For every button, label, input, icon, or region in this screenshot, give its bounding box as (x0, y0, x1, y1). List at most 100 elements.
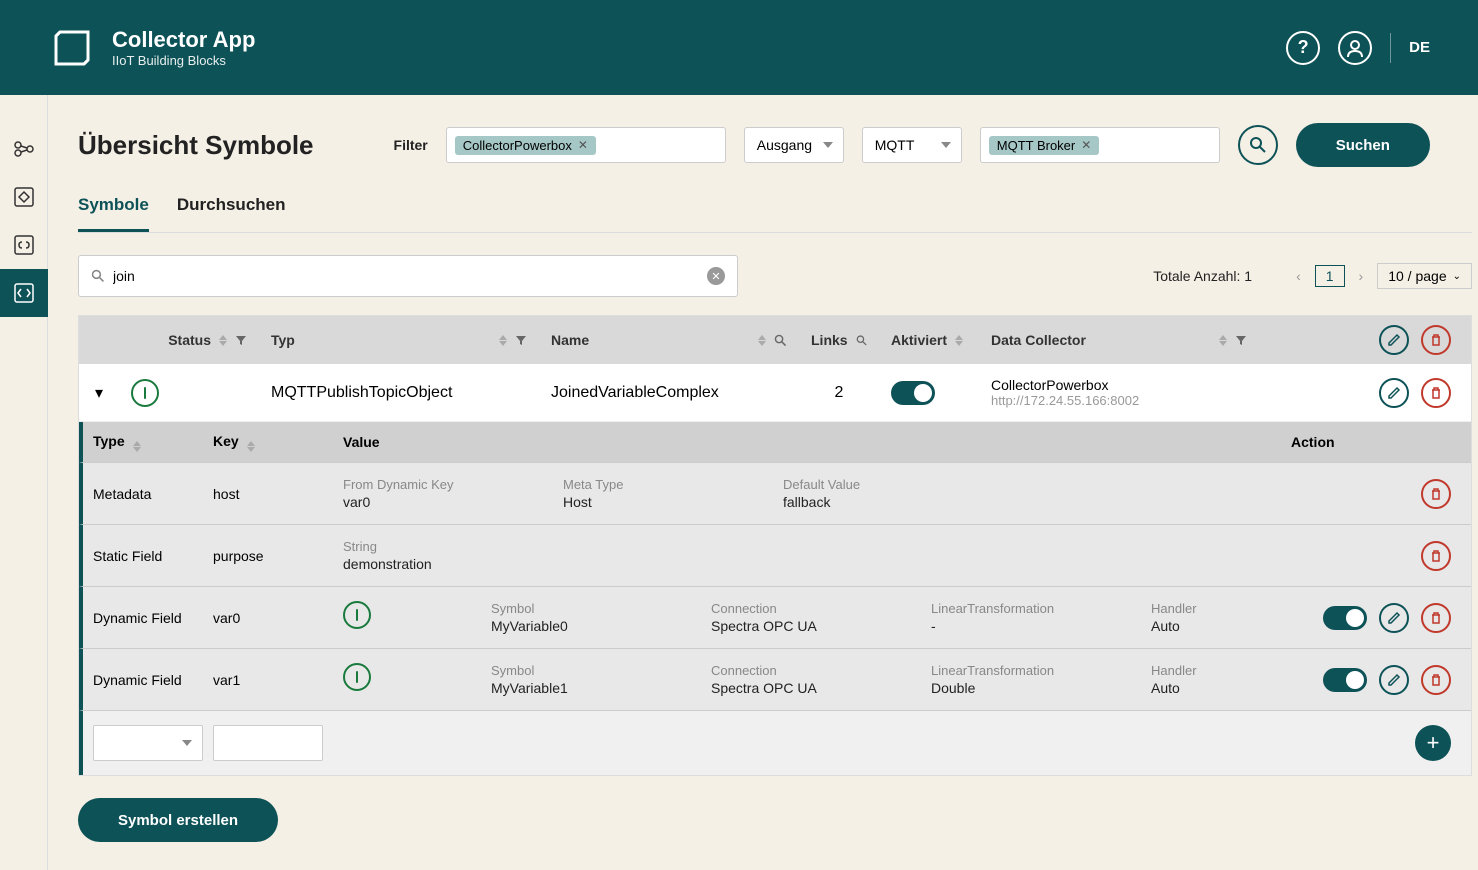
app-name: Collector App (112, 27, 255, 53)
app-header: Collector App IIoT Building Blocks ? DE (0, 0, 1478, 95)
sort-icon[interactable] (219, 335, 227, 346)
col-type: Typ (271, 332, 295, 348)
logo-text: Collector App IIoT Building Blocks (112, 27, 255, 68)
edit-all-button[interactable] (1379, 325, 1409, 355)
row-toggle[interactable] (1323, 668, 1367, 692)
delete-all-button[interactable] (1421, 325, 1451, 355)
footer-key-input[interactable] (213, 725, 323, 761)
filter-icon[interactable] (515, 334, 527, 346)
next-page-icon[interactable]: › (1355, 268, 1368, 284)
sub-cell-value: From Dynamic Keyvar0Meta TypeHostDefault… (343, 477, 1291, 510)
sub-col-value: Value (343, 434, 1291, 450)
per-page-select[interactable]: 10 / page⌄ (1377, 263, 1472, 289)
sidebar-nav-3[interactable] (0, 221, 48, 269)
row-toggle[interactable] (1323, 606, 1367, 630)
sub-col-type: Type (83, 433, 213, 452)
delete-button[interactable] (1421, 541, 1451, 571)
language-switch[interactable]: DE (1409, 39, 1430, 56)
filter-icon[interactable] (235, 334, 247, 346)
sub-row-footer: + (79, 710, 1471, 775)
sub-cell-value: SymbolMyVariable1ConnectionSpectra OPC U… (343, 663, 1291, 696)
sub-cell-type: Metadata (83, 486, 213, 502)
sub-col-action: Action (1291, 434, 1471, 450)
sidebar-nav-symbols[interactable] (0, 269, 48, 317)
create-symbol-button[interactable]: Symbol erstellen (78, 798, 278, 842)
sub-cell-type: Dynamic Field (83, 672, 213, 688)
sort-icon[interactable] (758, 335, 766, 346)
filter-collector-input[interactable]: CollectorPowerbox✕ (446, 127, 726, 163)
filter-icon[interactable] (1235, 334, 1247, 346)
filter-tag-broker: MQTT Broker✕ (989, 136, 1100, 155)
table-header: Status Typ Name Links Aktiviert Data Col… (79, 316, 1471, 364)
add-button[interactable]: + (1415, 725, 1451, 761)
col-collector: Data Collector (991, 332, 1086, 348)
active-toggle[interactable] (891, 381, 935, 405)
user-icon[interactable] (1338, 31, 1372, 65)
sub-cell-key: var0 (213, 610, 343, 626)
cell-name: JoinedVariableComplex (539, 384, 799, 402)
edit-button[interactable] (1379, 603, 1409, 633)
help-icon[interactable]: ? (1286, 31, 1320, 65)
search-icon[interactable] (774, 334, 787, 347)
delete-button[interactable] (1421, 603, 1451, 633)
cell-links: 2 (799, 384, 879, 402)
edit-button[interactable] (1379, 665, 1409, 695)
search-icon-button[interactable] (1238, 125, 1278, 165)
filter-section: Filter CollectorPowerbox✕ Ausgang MQTT M… (394, 123, 1472, 167)
filter-broker-input[interactable]: MQTT Broker✕ (980, 127, 1220, 163)
expand-row-icon[interactable]: ▾ (79, 383, 119, 403)
table-row: ▾ MQTTPublishTopicObject JoinedVariableC… (79, 364, 1471, 422)
sub-table-row: Static FieldpurposeStringdemonstration (79, 524, 1471, 586)
search-icon (91, 269, 105, 283)
sub-cell-key: host (213, 486, 343, 502)
tab-search[interactable]: Durchsuchen (177, 195, 286, 232)
sort-icon[interactable] (955, 335, 963, 346)
sub-cell-key: var1 (213, 672, 343, 688)
filter-direction-select[interactable]: Ausgang (744, 127, 844, 163)
total-count: Totale Anzahl: 1 (1153, 268, 1252, 284)
sub-col-key: Key (213, 433, 343, 452)
sub-table-row: MetadatahostFrom Dynamic Keyvar0Meta Typ… (79, 462, 1471, 524)
col-links: Links (811, 332, 848, 348)
footer-type-select[interactable] (93, 725, 203, 761)
app-subtitle: IIoT Building Blocks (112, 53, 255, 68)
filter-tag-collector: CollectorPowerbox✕ (455, 136, 596, 155)
status-indicator (131, 379, 159, 407)
sub-table-header: Type Key Value Action (79, 422, 1471, 462)
sort-icon[interactable] (499, 335, 507, 346)
page-number[interactable]: 1 (1315, 265, 1345, 287)
search-button[interactable]: Suchen (1296, 123, 1430, 167)
search-row: ✕ Totale Anzahl: 1 ‹ 1 › 10 / page⌄ (78, 255, 1472, 297)
sidebar-nav-1[interactable] (0, 125, 48, 173)
sort-icon[interactable] (1219, 335, 1227, 346)
cell-collector: CollectorPowerboxhttp://172.24.55.166:80… (979, 377, 1259, 408)
filter-protocol-select[interactable]: MQTT (862, 127, 962, 163)
prev-page-icon[interactable]: ‹ (1292, 268, 1305, 284)
symbols-table: Status Typ Name Links Aktiviert Data Col… (78, 315, 1472, 776)
col-status: Status (131, 332, 211, 348)
sub-cell-action (1291, 603, 1471, 633)
sub-cell-action (1291, 479, 1471, 509)
sidebar-nav-2[interactable] (0, 173, 48, 221)
tab-symbols[interactable]: Symbole (78, 195, 149, 232)
close-icon[interactable]: ✕ (578, 138, 588, 152)
search-input[interactable] (113, 268, 707, 284)
filter-label: Filter (394, 137, 428, 153)
cell-type: MQTTPublishTopicObject (259, 384, 539, 402)
search-input-box[interactable]: ✕ (78, 255, 738, 297)
sub-cell-value: Stringdemonstration (343, 539, 1291, 572)
clear-search-icon[interactable]: ✕ (707, 267, 725, 285)
sub-cell-value: SymbolMyVariable0ConnectionSpectra OPC U… (343, 601, 1291, 634)
divider (1390, 33, 1391, 63)
close-icon[interactable]: ✕ (1081, 138, 1091, 152)
delete-button[interactable] (1421, 665, 1451, 695)
search-icon[interactable] (856, 334, 867, 347)
sort-icon[interactable] (247, 441, 255, 452)
delete-button[interactable] (1421, 479, 1451, 509)
delete-button[interactable] (1421, 378, 1451, 408)
sort-icon[interactable] (133, 441, 141, 452)
sub-cell-type: Static Field (83, 548, 213, 564)
tabs: Symbole Durchsuchen (78, 195, 1472, 233)
edit-button[interactable] (1379, 378, 1409, 408)
sub-table-row: Dynamic Fieldvar1SymbolMyVariable1Connec… (79, 648, 1471, 710)
